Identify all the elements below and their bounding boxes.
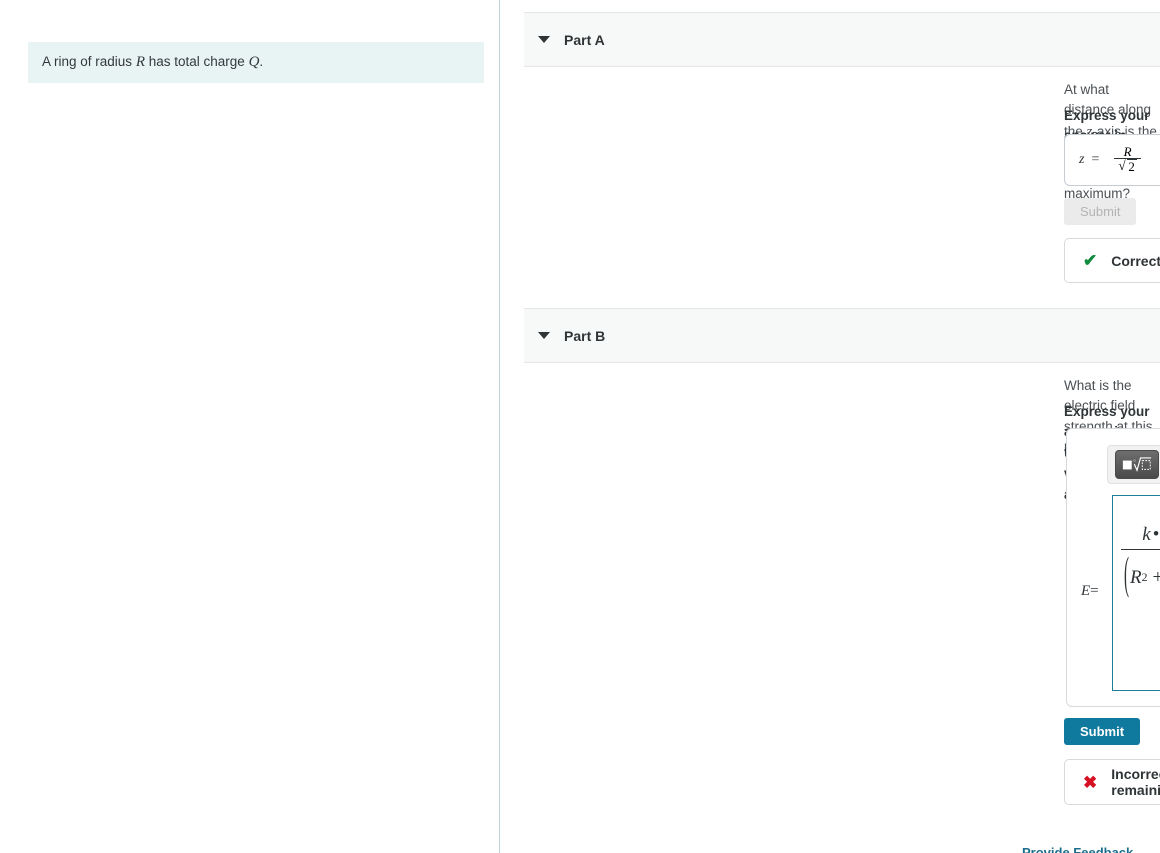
part-b-den-R-exponent: 2 — [1141, 570, 1148, 584]
part-b-num-k: k — [1142, 523, 1151, 545]
part-a-header[interactable]: Part A — [524, 12, 1160, 67]
part-b-submit-button[interactable]: Submit — [1064, 717, 1141, 745]
part-b-den-R: R — [1130, 566, 1142, 588]
check-icon: ✔ — [1083, 251, 1098, 270]
part-a-title: Part A — [564, 31, 605, 48]
part-b-expression-denominator: ( R2 + ( R 2 — [1121, 548, 1160, 601]
part-b-answer-lhs: E= — [1081, 583, 1099, 600]
part-a-answer-input[interactable]: z = R 2 — [1064, 134, 1160, 186]
problem-statement-text: A ring of radius R has total charge Q. — [42, 52, 263, 73]
problem-statement-prefix: A ring of radius — [42, 54, 136, 69]
part-a-answer-radicand: 2 — [1127, 159, 1137, 175]
part-b-button-row: Submit Previous Answers Request Answer — [1064, 716, 1160, 746]
page-root: A ring of radius R has total charge Q. P… — [0, 0, 1160, 853]
sqrt-icon: 2 — [1118, 158, 1137, 175]
part-b-header[interactable]: Part B — [524, 308, 1160, 363]
math-toolbar: ▫ ΑΣϕ — [1107, 445, 1160, 484]
part-b-title: Part B — [564, 327, 606, 344]
part-b-num-dot-1: • — [1152, 523, 1160, 545]
part-b-den-plus: + — [1152, 566, 1160, 588]
right-answer-pane: Part A At what distance along the z-axis… — [501, 0, 1160, 853]
problem-statement-middle: has total charge — [144, 54, 249, 69]
x-icon: ✖ — [1083, 772, 1098, 792]
part-b-den-outer-group: ( R2 + ( R 2 — [1123, 551, 1160, 601]
problem-statement-box: A ring of radius R has total charge Q. — [28, 42, 484, 83]
part-a-status-text: Correct — [1111, 252, 1160, 269]
svg-text:▫: ▫ — [1133, 458, 1135, 464]
part-a-status-badge: ✔ Correct — [1064, 238, 1160, 283]
part-b-answer-equals: = — [1090, 583, 1099, 599]
math-template-icon[interactable]: ▫ — [1115, 450, 1159, 479]
part-a-answer-lhs: z — [1079, 152, 1085, 167]
part-a-answer-expression: R 2 — [1114, 145, 1141, 176]
problem-var-R: R — [135, 54, 145, 70]
problem-var-Q: Q — [248, 54, 260, 70]
part-b-math-widget: ▫ ΑΣϕ — [1066, 428, 1160, 707]
part-b-den-inner-content: R2 + ( R 2 ) — [1130, 556, 1160, 600]
part-b-status-text: Incorrect; Try Again; 2 attempts remaini… — [1111, 766, 1160, 798]
provide-feedback-link[interactable]: Provide Feedback — [1022, 845, 1133, 853]
part-b-expression-numerator: k • Q • R 2 — [1121, 502, 1160, 549]
part-b-answer-expression: k • Q • R 2 ( — [1121, 502, 1160, 600]
part-a-answer-numerator: R — [1123, 143, 1132, 159]
problem-statement-suffix: . — [259, 54, 264, 69]
part-a-answer-denominator: 2 — [1114, 158, 1141, 175]
left-problem-pane: A ring of radius R has total charge Q. — [0, 0, 500, 853]
part-b-answer-input[interactable]: k • Q • R 2 ( — [1112, 495, 1160, 691]
caret-down-icon[interactable] — [538, 36, 550, 43]
part-a-answer-equals: = — [1091, 152, 1100, 167]
part-b-expression-fraction: k • Q • R 2 ( — [1121, 502, 1160, 600]
part-b-status-badge: ✖ Incorrect; Try Again; 2 attempts remai… — [1064, 759, 1160, 805]
part-b-answer-lhs-symbol: E — [1081, 583, 1091, 599]
part-a-button-row: Submit Previous Answers — [1064, 196, 1160, 226]
paren-left-icon: ( — [1124, 551, 1129, 601]
part-a-submit-button[interactable]: Submit — [1064, 197, 1137, 225]
caret-down-icon[interactable] — [538, 332, 550, 339]
